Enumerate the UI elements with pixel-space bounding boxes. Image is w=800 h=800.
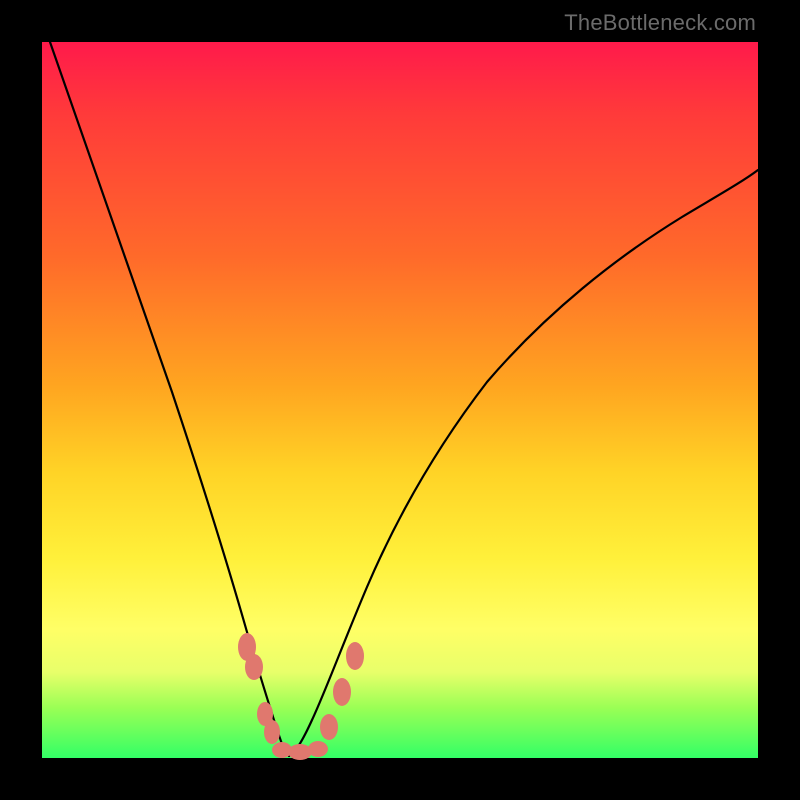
- marker-blob: [288, 744, 312, 760]
- chart-frame: TheBottleneck.com: [0, 0, 800, 800]
- plot-area: [42, 42, 758, 758]
- marker-blob: [308, 741, 328, 757]
- marker-blob: [320, 714, 338, 740]
- marker-blob: [245, 654, 263, 680]
- marker-blob: [333, 678, 351, 706]
- chart-svg: [42, 42, 758, 758]
- marker-blob: [346, 642, 364, 670]
- marker-blob: [264, 720, 280, 744]
- watermark-text: TheBottleneck.com: [564, 10, 756, 36]
